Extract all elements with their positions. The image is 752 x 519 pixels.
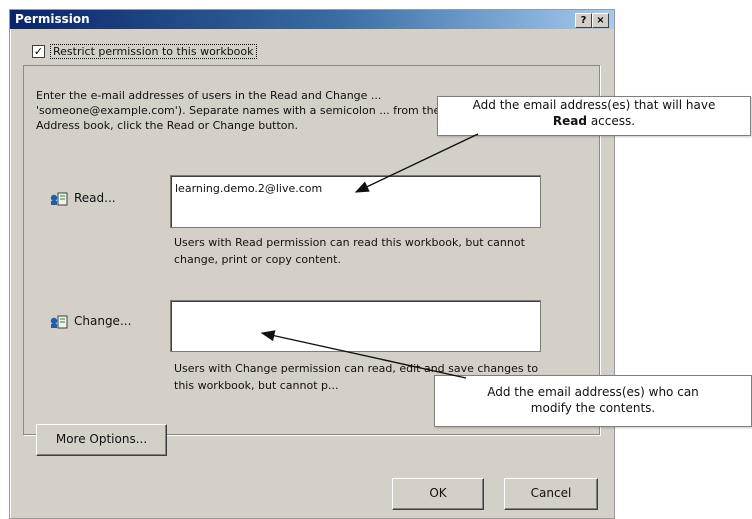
- read-callout-suffix: access.: [590, 114, 636, 128]
- change-button[interactable]: Change...: [74, 314, 131, 328]
- address-book-icon[interactable]: [49, 192, 69, 206]
- restrict-label: Restrict permission to this workbook: [50, 44, 257, 59]
- read-callout-bold: Read: [552, 114, 587, 128]
- restrict-permission-row[interactable]: ✓ Restrict permission to this workbook: [32, 44, 259, 59]
- change-callout: Add the email address(es) who can modify…: [434, 375, 752, 427]
- ok-button[interactable]: OK: [392, 478, 484, 510]
- read-help-text: Users with Read permission can read this…: [174, 236, 525, 266]
- read-callout-line1: Add the email address(es) that will have: [472, 98, 716, 112]
- change-callout-line1: Add the email address(es) who can: [487, 385, 699, 399]
- address-book-icon[interactable]: [49, 315, 69, 329]
- read-callout: Add the email address(es) that will have…: [437, 96, 751, 136]
- help-button[interactable]: ?: [575, 13, 592, 28]
- dialog-title: Permission: [15, 12, 90, 26]
- read-input[interactable]: learning.demo.2@live.com: [170, 175, 541, 228]
- cancel-button[interactable]: Cancel: [504, 478, 598, 510]
- change-input[interactable]: [170, 300, 541, 352]
- read-button[interactable]: Read...: [74, 191, 116, 205]
- more-options-button[interactable]: More Options...: [36, 424, 167, 456]
- close-button[interactable]: ×: [592, 13, 609, 28]
- instructions-text: Enter the e-mail addresses of users in t…: [36, 89, 441, 132]
- restrict-checkbox[interactable]: ✓: [32, 45, 45, 58]
- change-callout-line2: modify the contents.: [530, 401, 656, 415]
- title-bar: Permission ? ×: [10, 10, 614, 29]
